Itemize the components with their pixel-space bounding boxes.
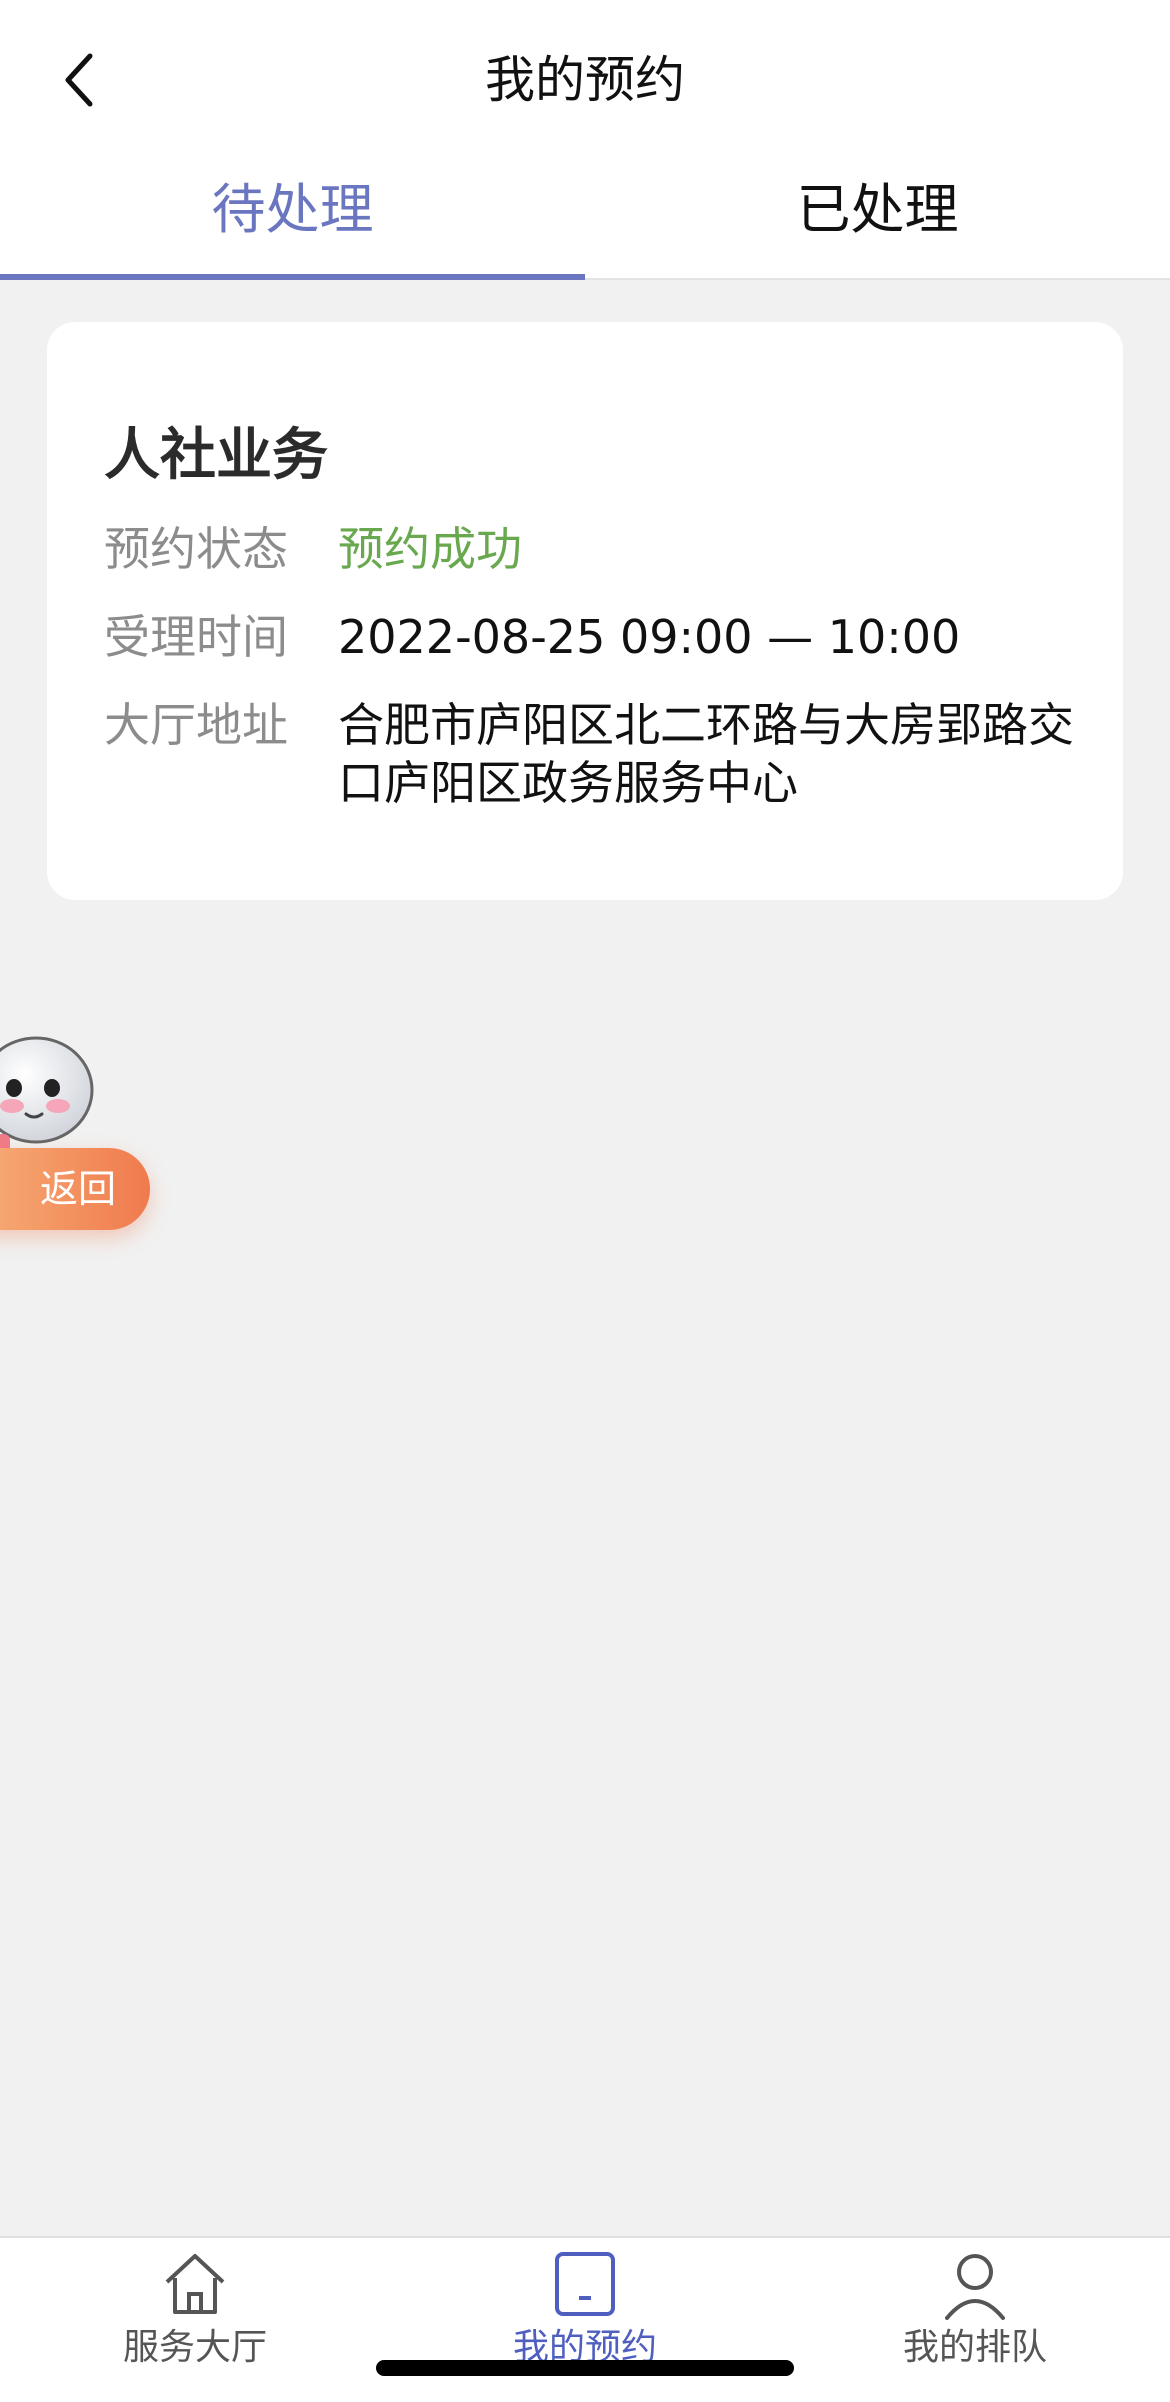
tab-bar: 待处理 已处理 [0, 160, 1170, 280]
status-value: 预约成功 [338, 522, 522, 576]
status-row: 预约状态 预约成功 [104, 520, 1110, 578]
card-title: 人社业务 [104, 423, 328, 488]
return-button[interactable]: 返回 [0, 1148, 150, 1230]
tab-processed[interactable]: 已处理 [585, 160, 1170, 278]
address-value: 合肥市庐阳区北二环路与大房郢路交口庐阳区政务服务中心 [338, 698, 1074, 810]
user-icon [945, 2254, 1005, 2320]
tab-pending[interactable]: 待处理 [0, 160, 585, 280]
top-bar: 我的预约 [0, 0, 1170, 160]
nav-my-appointment[interactable]: 我的预约 [390, 2238, 780, 2402]
page-title: 我的预约 [485, 51, 685, 109]
home-indicator [376, 2360, 794, 2376]
nav-my-queue[interactable]: 我的排队 [780, 2238, 1170, 2402]
bottom-nav: 服务大厅 我的预约 我的排队 [0, 2236, 1170, 2402]
tablet-icon [555, 2252, 615, 2316]
nav-label-my-queue: 我的排队 [902, 2327, 1047, 2368]
time-label: 受理时间 [104, 610, 288, 664]
time-value: 2022-08-25 09:00 — 10:00 [338, 610, 961, 664]
address-row: 大厅地址 合肥市庐阳区北二环路与大房郢路交口庐阳区政务服务中心 [104, 696, 1110, 812]
time-row: 受理时间 2022-08-25 09:00 — 10:00 [104, 608, 1110, 666]
nav-service-hall[interactable]: 服务大厅 [0, 2238, 390, 2402]
status-label: 预约状态 [104, 522, 288, 576]
home-icon [165, 2254, 225, 2314]
nav-label-service-hall: 服务大厅 [122, 2327, 267, 2368]
address-label: 大厅地址 [104, 698, 288, 752]
